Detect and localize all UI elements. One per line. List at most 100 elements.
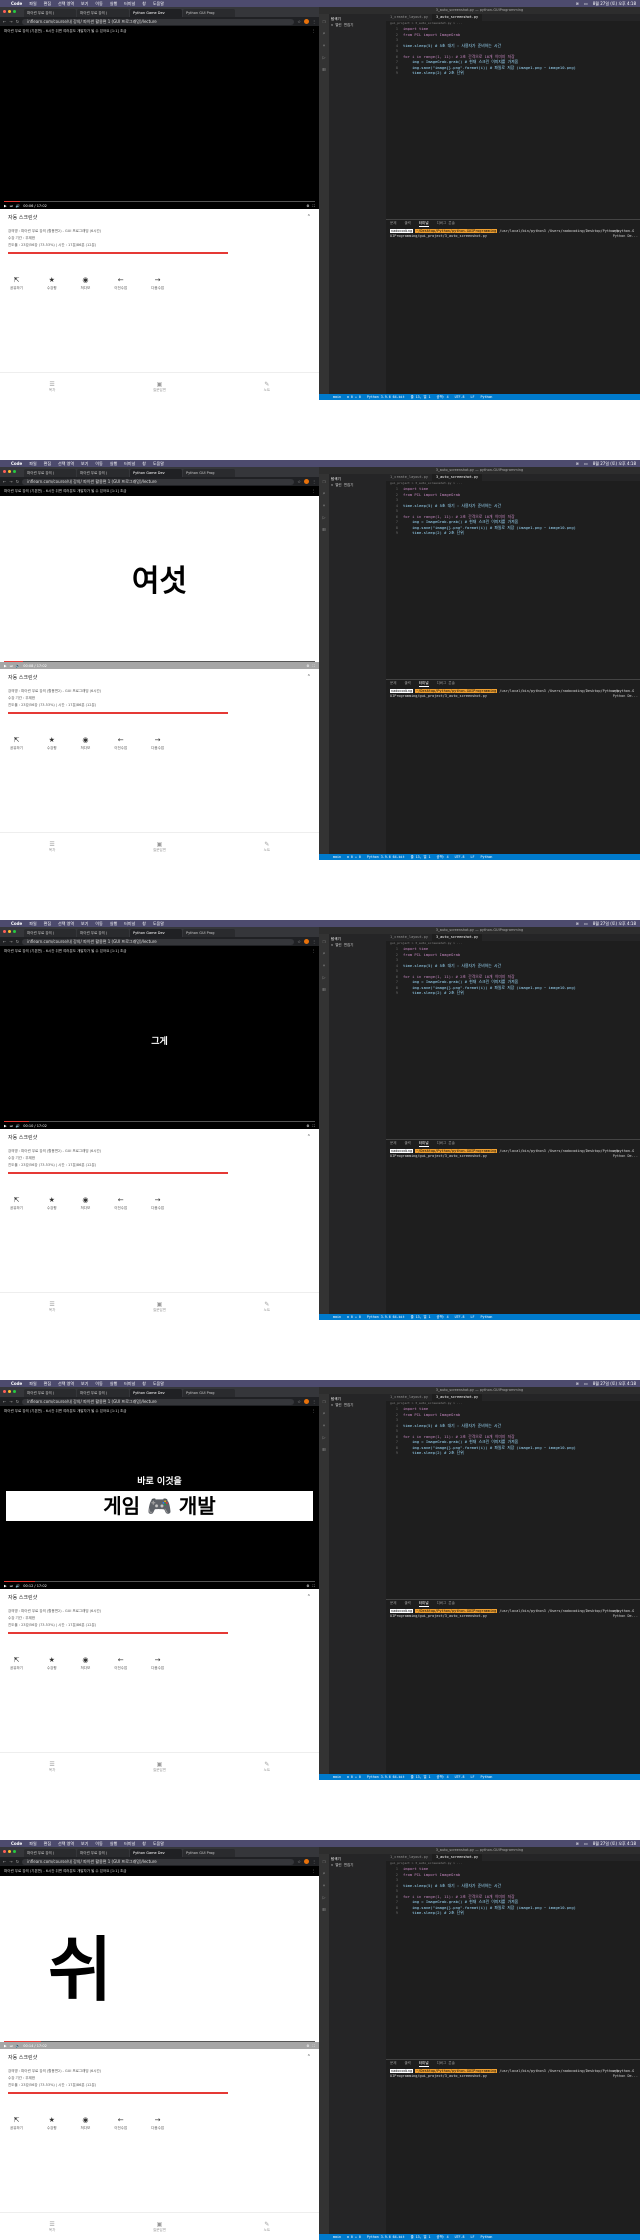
wifi-icon[interactable]: ≋ <box>576 1 579 6</box>
panel-tab[interactable]: 출력 <box>404 220 410 227</box>
profile-avatar[interactable] <box>304 939 309 944</box>
menubar-item[interactable]: 파일 <box>29 461 36 467</box>
volume-icon[interactable]: 🔊 <box>16 1584 20 1588</box>
menubar-item[interactable]: 터미널 <box>124 461 135 467</box>
nav-qna[interactable]: ▣ 질문답변 <box>153 381 166 393</box>
status-item[interactable]: UTF-8 <box>455 854 465 860</box>
wifi-icon[interactable]: ≋ <box>576 461 579 466</box>
fullscreen-icon[interactable]: ⛶ <box>313 1584 315 1588</box>
menubar-item[interactable]: 터미널 <box>124 1381 135 1387</box>
volume-icon[interactable]: 🔊 <box>16 204 20 208</box>
forward-icon[interactable]: → <box>9 19 12 24</box>
terminal-panel[interactable]: 문제 출력 터미널 디버그 콘솔 nadocoding ~/Desktop/Py… <box>386 1599 640 1774</box>
next-lesson-button[interactable]: → 다음수업 <box>151 2116 164 2131</box>
menubar-app-name[interactable]: Code <box>11 1381 22 1386</box>
prev-lesson-button[interactable]: ← 이전수업 <box>114 1196 127 1211</box>
more-options-icon[interactable]: ⋮ <box>312 1866 320 1876</box>
status-item[interactable]: ⊗ 0 ⚠ 0 <box>347 394 361 400</box>
battery-icon[interactable]: ▭ <box>584 461 588 466</box>
prev-lesson-button[interactable]: ← 이전수업 <box>114 2116 127 2131</box>
browser-tab[interactable]: 파이썬 무료 강의 ( <box>24 9 76 17</box>
panel-tab-active[interactable]: 터미널 <box>418 2060 429 2067</box>
menubar-item[interactable]: 실행 <box>110 1381 117 1387</box>
status-item[interactable]: UTF-8 <box>455 1774 465 1780</box>
back-icon[interactable]: ← <box>3 1859 6 1864</box>
extensions-icon[interactable]: ⊞ <box>322 1447 325 1453</box>
battery-icon[interactable]: ▭ <box>584 1381 588 1386</box>
chevron-up-icon[interactable]: ⌃ <box>307 214 311 221</box>
status-item[interactable]: main <box>333 1314 341 1320</box>
share-button[interactable]: ⇱ 공유하기 <box>10 276 23 291</box>
close-window-button[interactable] <box>3 1390 6 1393</box>
nav-qna[interactable]: ▣ 질문답변 <box>153 841 166 853</box>
files-icon[interactable]: ❐ <box>322 939 325 945</box>
files-icon[interactable]: ❐ <box>322 1399 325 1405</box>
browser-tab[interactable]: Python GUI Prog <box>183 1389 235 1397</box>
nav-contents[interactable]: ☰ 목차 <box>49 841 55 853</box>
browser-menu-icon[interactable]: ⋮ <box>312 479 316 484</box>
terminal-output[interactable]: nadocoding ~/Desktop/Python/python-GUIPr… <box>386 1147 640 1160</box>
extensions-icon[interactable]: ⊞ <box>322 67 325 73</box>
reload-icon[interactable]: ↻ <box>16 1859 19 1864</box>
status-item[interactable]: 공백: 4 <box>437 2234 449 2240</box>
terminal-list-item[interactable]: Python De... <box>613 234 638 239</box>
back-icon[interactable]: ← <box>3 19 6 24</box>
chevron-up-icon[interactable]: ⌃ <box>307 1594 311 1601</box>
menubar-item[interactable]: 실행 <box>110 1841 117 1847</box>
volume-icon[interactable]: 🔊 <box>16 664 20 668</box>
close-window-button[interactable] <box>3 930 6 933</box>
menubar-item[interactable]: 파일 <box>29 1 36 7</box>
terminal-output[interactable]: nadocoding ~/Desktop/Python/python-GUIPr… <box>386 1607 640 1620</box>
nav-contents[interactable]: ☰ 목차 <box>49 1301 55 1313</box>
video-player[interactable]: 쉬 ▶ ⏭ 🔊 00:14 / 17:02 ⚙ ⛶ <box>0 1876 319 2049</box>
zoom-window-button[interactable] <box>13 930 16 933</box>
volume-icon[interactable]: 🔊 <box>16 2044 20 2048</box>
chevron-up-icon[interactable]: ⌃ <box>307 674 311 681</box>
share-button[interactable]: ⇱ 공유하기 <box>10 736 23 751</box>
nav-qna[interactable]: ▣ 질문답변 <box>153 2221 166 2233</box>
panel-tab[interactable]: 출력 <box>404 1140 410 1147</box>
status-item[interactable]: Python <box>481 394 493 400</box>
play-icon[interactable]: ▶ <box>4 1124 7 1128</box>
next-icon[interactable]: ⏭ <box>10 664 13 668</box>
menubar-item[interactable]: 이동 <box>95 1 102 7</box>
nav-notes[interactable]: ✎ 노트 <box>264 1761 270 1773</box>
menubar-item[interactable]: 보기 <box>81 1381 88 1387</box>
status-item[interactable]: 공백: 4 <box>437 1314 449 1320</box>
menubar-item[interactable]: 파일 <box>29 921 36 927</box>
search-icon[interactable]: ⌕ <box>322 31 325 37</box>
menubar-clock[interactable]: 8월 27일 (토) 오후 4:18 <box>593 921 636 927</box>
nav-notes[interactable]: ✎ 노트 <box>264 381 270 393</box>
browser-tab[interactable]: Python GUI Prog <box>183 1849 235 1857</box>
status-item[interactable]: Python <box>481 1314 493 1320</box>
search-icon[interactable]: ⌕ <box>322 1871 325 1877</box>
status-item[interactable]: 공백: 4 <box>437 854 449 860</box>
reload-icon[interactable]: ↻ <box>16 939 19 944</box>
source-control-icon[interactable]: ⑂ <box>322 1883 325 1889</box>
editor-tab-active[interactable]: 3_auto_screenshot.py <box>431 1854 483 1861</box>
menubar-item[interactable]: 선택 영역 <box>58 1841 74 1847</box>
status-item[interactable]: main <box>333 1774 341 1780</box>
menubar-item[interactable]: 보기 <box>81 461 88 467</box>
status-item[interactable]: 줄 13, 열 1 <box>411 394 431 400</box>
bookmark-star-icon[interactable]: ☆ <box>297 1859 301 1864</box>
next-icon[interactable]: ⏭ <box>10 1584 13 1588</box>
back-icon[interactable]: ← <box>3 939 6 944</box>
volume-icon[interactable]: 🔊 <box>16 1124 20 1128</box>
panel-tab[interactable]: 출력 <box>404 680 410 687</box>
settings-icon[interactable]: ⚙ <box>306 664 309 668</box>
status-item[interactable]: Python <box>481 854 493 860</box>
browser-tab[interactable]: 파이썬 무료 강의 ( <box>24 929 76 937</box>
code-block[interactable]: 1 import time 2 from PIL import ImageGrab 3 4… <box>386 946 640 996</box>
status-item[interactable]: LF <box>471 394 475 400</box>
browser-tab[interactable]: 파이썬 무료 강의 ( <box>24 1849 76 1857</box>
close-window-button[interactable] <box>3 10 6 13</box>
fullscreen-icon[interactable]: ⛶ <box>313 1124 315 1128</box>
status-item[interactable]: ⊗ 0 ⚠ 0 <box>347 1774 361 1780</box>
menubar-item[interactable]: 창 <box>142 1841 146 1847</box>
panel-tab-active[interactable]: 터미널 <box>418 1140 429 1147</box>
fullscreen-icon[interactable]: ⛶ <box>313 664 315 668</box>
forward-icon[interactable]: → <box>9 939 12 944</box>
battery-icon[interactable]: ▭ <box>584 1841 588 1846</box>
prev-lesson-button[interactable]: ← 이전수업 <box>114 276 127 291</box>
